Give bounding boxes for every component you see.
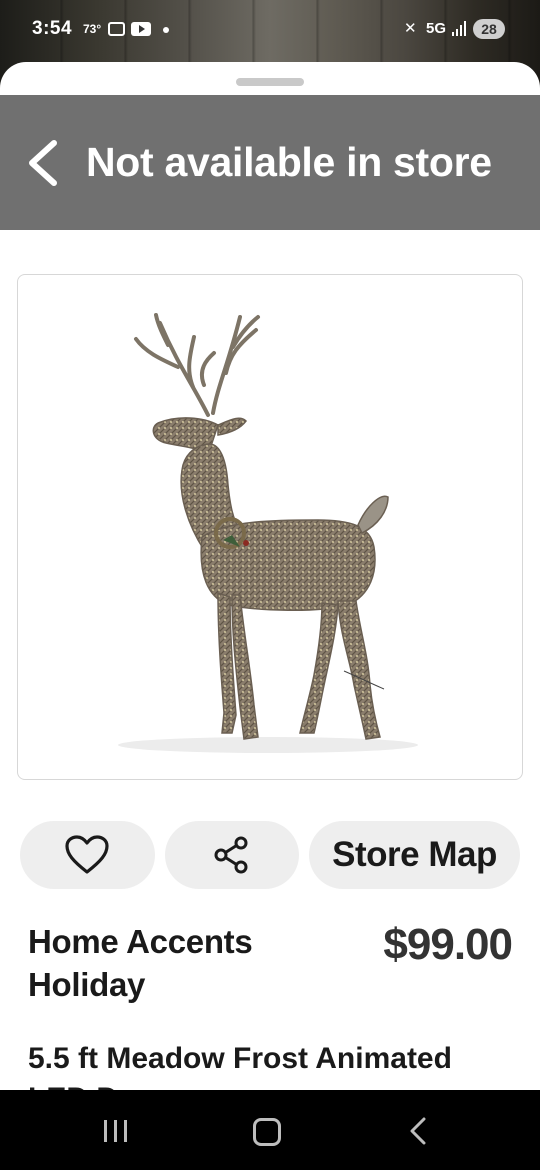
share-icon xyxy=(214,836,248,874)
product-price: $99.00 xyxy=(383,920,513,969)
drag-handle[interactable] xyxy=(236,78,304,86)
status-temperature: 73° xyxy=(83,22,102,36)
chevron-left-icon[interactable] xyxy=(24,139,64,187)
home-button[interactable] xyxy=(253,1118,281,1146)
product-name: 5.5 ft Meadow Frost Animated LED Deer xyxy=(28,1042,452,1090)
network-type: 5G xyxy=(426,20,447,37)
recents-button[interactable] xyxy=(104,1120,128,1142)
signal-icon xyxy=(452,20,468,36)
favorite-button[interactable] xyxy=(20,821,155,889)
youtube-icon xyxy=(131,22,151,36)
product-brand[interactable]: Home Accents Holiday xyxy=(28,920,328,1006)
heart-icon xyxy=(65,835,109,874)
store-map-button[interactable]: Store Map xyxy=(309,821,520,889)
store-map-label: Store Map xyxy=(332,835,497,874)
page-title: Not available in store xyxy=(86,139,492,185)
back-button[interactable] xyxy=(404,1116,434,1146)
status-time: 3:54 xyxy=(32,18,73,39)
mute-icon: ✕ xyxy=(404,20,417,37)
status-bar: 3:54 73° ✕ 5G 28 xyxy=(0,0,540,60)
screenshot-icon xyxy=(108,22,125,36)
product-image[interactable] xyxy=(17,274,523,780)
availability-header: Not available in store xyxy=(0,95,540,230)
battery-indicator: 28 xyxy=(473,19,505,39)
notification-dot-icon xyxy=(163,27,169,33)
reindeer-illustration xyxy=(118,313,418,753)
system-navigation-bar xyxy=(0,1090,540,1170)
product-sheet: Not available in store Store Map Home Ac… xyxy=(0,62,540,1090)
share-button[interactable] xyxy=(165,821,299,889)
